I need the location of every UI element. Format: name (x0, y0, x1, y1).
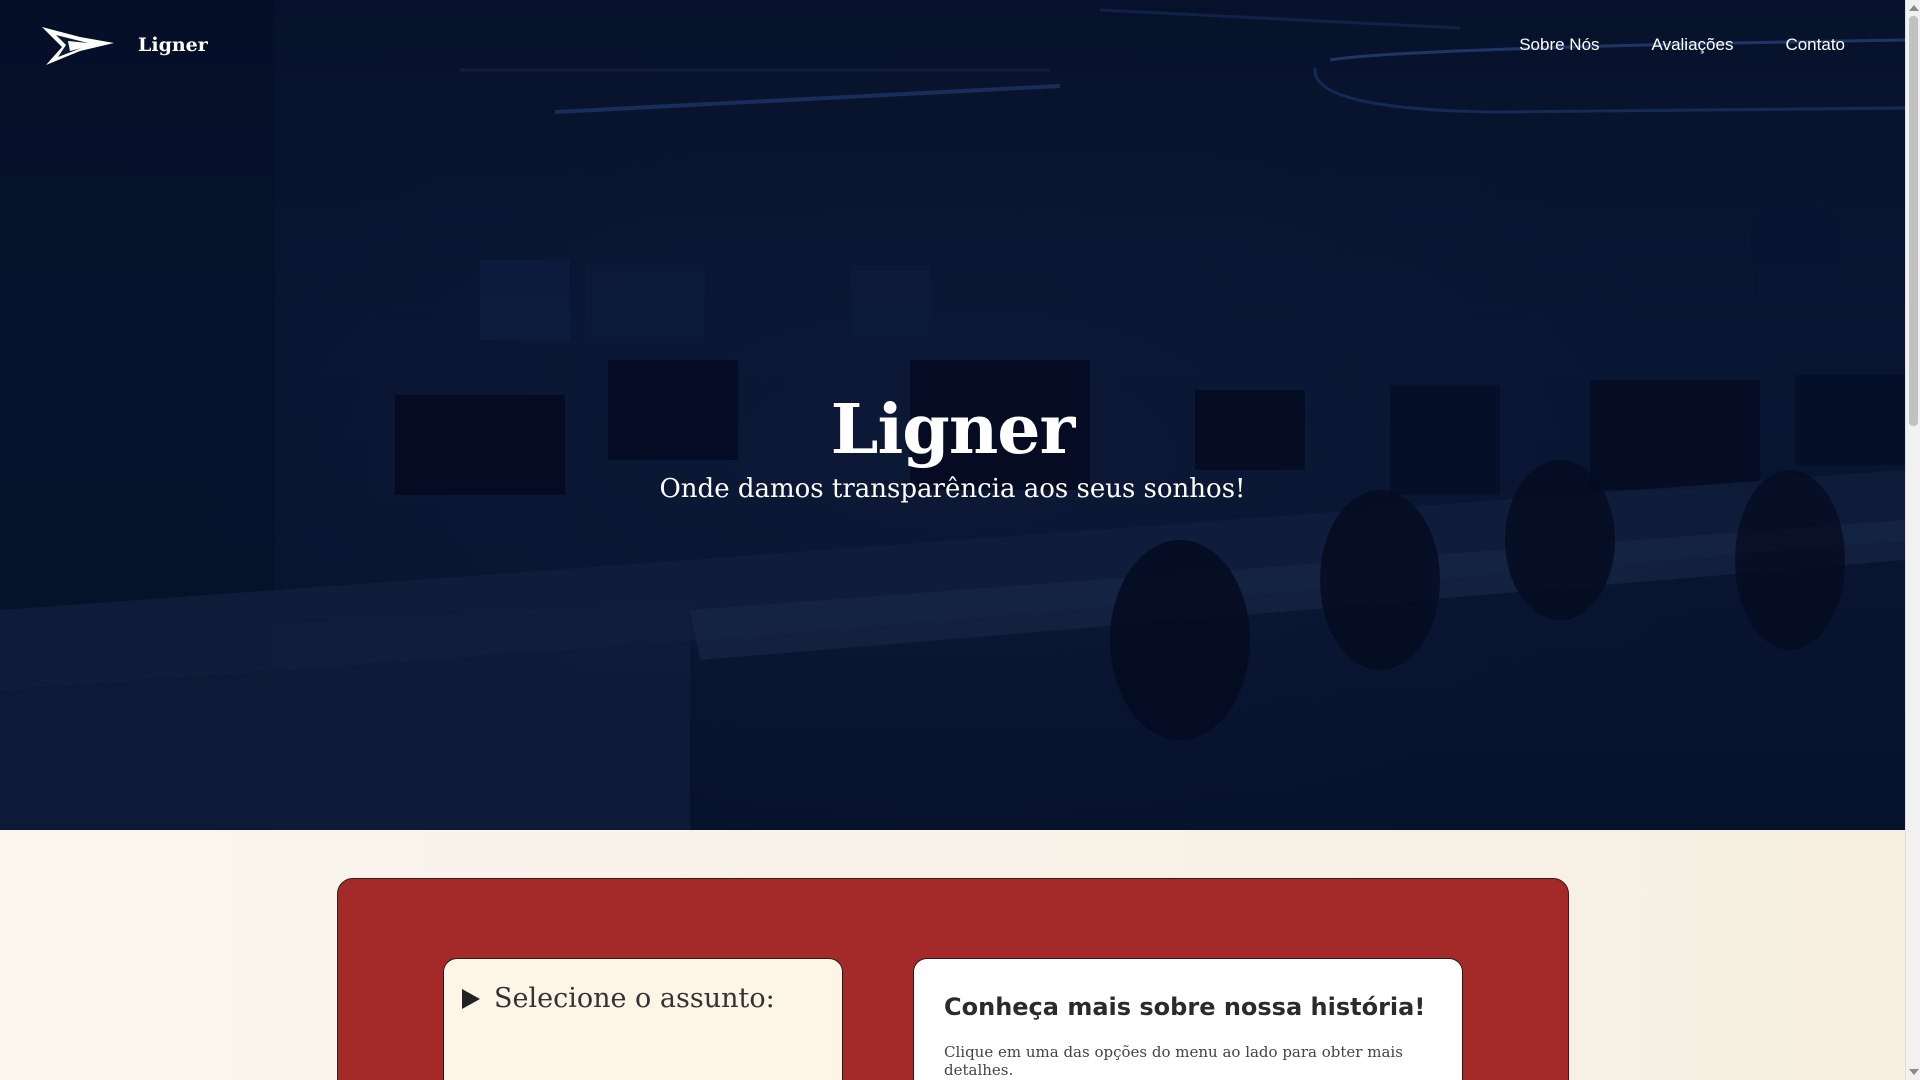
history-heading: Conheça mais sobre nossa história! (944, 993, 1426, 1021)
nav-link-contato[interactable]: Contato (1785, 35, 1845, 55)
nav-links: Sobre Nós Avaliações Contato (1519, 35, 1845, 55)
page-scrollbar[interactable] (1905, 0, 1920, 1080)
hero-title: Ligner (830, 390, 1076, 470)
triangle-right-icon (462, 988, 480, 1009)
arrow-logo-icon (42, 27, 114, 65)
topic-menu-card: Selecione o assunto: (443, 958, 843, 1080)
topic-menu-summary[interactable]: Selecione o assunto: (462, 983, 775, 1014)
history-card: Conheça mais sobre nossa história! Cliqu… (913, 958, 1463, 1080)
top-navbar: Ligner Sobre Nós Avaliações Contato (0, 0, 1905, 90)
brand-name: Ligner (138, 34, 208, 56)
history-text: Clique em uma das opções do menu ao lado… (944, 1043, 1403, 1079)
nav-link-avaliacoes[interactable]: Avaliações (1652, 35, 1734, 55)
topic-menu-label: Selecione o assunto: (494, 983, 775, 1014)
scroll-down-icon[interactable] (1909, 1069, 1919, 1075)
brand[interactable]: Ligner (40, 23, 208, 67)
hero-section: Ligner Sobre Nós Avaliações Contato Lign… (0, 0, 1905, 830)
hero-subtitle: Onde damos transparência aos seus sonhos… (659, 474, 1246, 504)
nav-link-sobre-nos[interactable]: Sobre Nós (1519, 35, 1599, 55)
scroll-thumb[interactable] (1909, 16, 1918, 426)
scroll-up-icon[interactable] (1909, 5, 1919, 11)
